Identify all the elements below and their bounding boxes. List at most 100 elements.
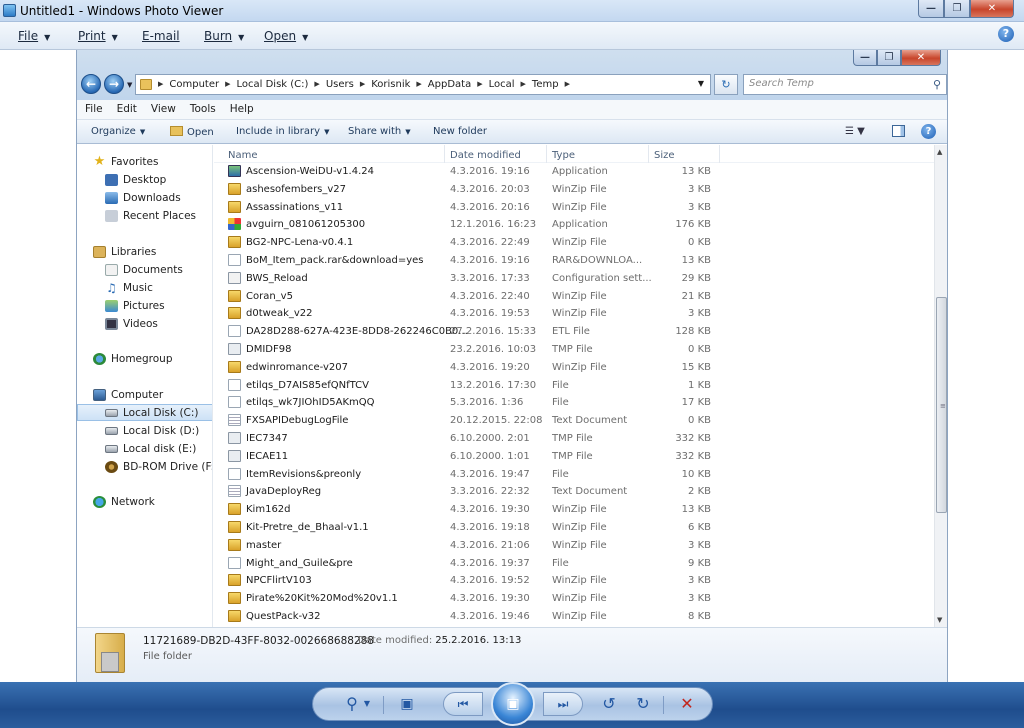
- table-row[interactable]: Kim162d 4.3.2016. 19:30 WinZip File 13 KB: [214, 501, 934, 519]
- nav-network[interactable]: Network: [77, 493, 212, 510]
- zoom-dropdown-chevron-icon[interactable]: ▼: [363, 693, 371, 715]
- nav-computer[interactable]: Computer: [77, 386, 212, 403]
- slideshow-icon[interactable]: ▣: [491, 682, 535, 726]
- table-row[interactable]: BG2-NPC-Lena-v0.4.1 4.3.2016. 22:49 WinZip…: [214, 234, 934, 252]
- nav-local-disk-e[interactable]: Local disk (E:): [77, 440, 212, 457]
- explorer-maximize-button[interactable]: ❐: [877, 50, 901, 66]
- share-with-button[interactable]: Share with ▼: [348, 126, 411, 137]
- next-icon[interactable]: ⏭: [543, 692, 583, 716]
- table-row[interactable]: IECAE11 6.10.2000. 1:01 TMP File 332 KB: [214, 448, 934, 466]
- help-icon[interactable]: ?: [998, 26, 1014, 42]
- nav-videos[interactable]: Videos: [77, 315, 212, 332]
- menu-file[interactable]: File ▼: [18, 29, 50, 43]
- explorer-menu-edit[interactable]: Edit: [117, 103, 137, 116]
- table-row[interactable]: BWS_Reload 3.3.2016. 17:33 Configuration s…: [214, 270, 934, 288]
- table-row[interactable]: master 4.3.2016. 21:06 WinZip File 3 KB: [214, 537, 934, 555]
- change-view-icon[interactable]: ☰ ▼: [845, 126, 865, 137]
- vertical-scrollbar[interactable]: ▲ ≡ ▼: [934, 145, 947, 627]
- table-row[interactable]: Ascension-WeiDU-v1.4.24 4.3.2016. 19:16 Ap…: [214, 163, 934, 181]
- rotate-clockwise-icon[interactable]: ↻: [631, 693, 655, 715]
- menu-print[interactable]: Print ▼: [78, 29, 118, 43]
- search-input[interactable]: Search Temp ⚲: [743, 74, 947, 95]
- explorer-menu-file[interactable]: File: [85, 103, 103, 116]
- breadcrumb-item[interactable]: Computer: [169, 79, 219, 90]
- explorer-minimize-button[interactable]: —: [853, 50, 877, 66]
- table-row[interactable]: DMIDF98 23.2.2016. 10:03 TMP File 0 KB: [214, 341, 934, 359]
- nav-local-disk-d[interactable]: Local Disk (D:): [77, 422, 212, 439]
- breadcrumb-item[interactable]: Temp: [532, 79, 559, 90]
- table-row[interactable]: avguirn_081061205300 12.1.2016. 16:23 Appl…: [214, 216, 934, 234]
- table-row[interactable]: Might_and_Guile&pre 4.3.2016. 19:37 File 9 …: [214, 555, 934, 573]
- nav-local-disk-c[interactable]: Local Disk (C:): [77, 404, 212, 421]
- nav-favorites[interactable]: ★ Favorites: [77, 153, 212, 170]
- nav-downloads[interactable]: Downloads: [77, 189, 212, 206]
- nav-bd-rom-drive[interactable]: BD-ROM Drive (F:) B: [77, 458, 212, 475]
- menu-open[interactable]: Open ▼: [264, 29, 308, 43]
- column-divider[interactable]: [719, 145, 720, 163]
- column-divider[interactable]: [444, 145, 445, 163]
- column-header-type[interactable]: Type: [552, 150, 575, 161]
- nav-documents[interactable]: Documents: [77, 261, 212, 278]
- table-row[interactable]: d0tweak_v22 4.3.2016. 19:53 WinZip File 3 K…: [214, 305, 934, 323]
- table-row[interactable]: IEC7347 6.10.2000. 2:01 TMP File 332 KB: [214, 430, 934, 448]
- column-divider[interactable]: [546, 145, 547, 163]
- explorer-close-button[interactable]: ✕: [901, 50, 941, 66]
- maximize-button[interactable]: ❐: [944, 0, 970, 18]
- explorer-menu-view[interactable]: View: [151, 103, 176, 116]
- zoom-icon[interactable]: ⚲: [339, 693, 365, 715]
- scroll-up-arrow-icon[interactable]: ▲: [937, 148, 942, 156]
- table-row[interactable]: etilqs_D7AIS85efQNfTCV 13.2.2016. 17:30 Fi…: [214, 377, 934, 395]
- organize-button[interactable]: Organize ▼: [91, 126, 145, 137]
- open-button[interactable]: Open: [170, 126, 214, 138]
- nav-libraries[interactable]: Libraries: [77, 243, 212, 260]
- breadcrumb-item[interactable]: Local Disk (C:): [237, 79, 309, 90]
- column-header-size[interactable]: Size: [654, 150, 675, 161]
- table-row[interactable]: Pirate%20Kit%20Mod%20v1.1 4.3.2016. 19:30…: [214, 590, 934, 608]
- address-dropdown-chevron-icon[interactable]: ▼: [698, 79, 704, 88]
- table-row[interactable]: edwinromance-v207 4.3.2016. 19:20 WinZip F…: [214, 359, 934, 377]
- back-arrow-icon[interactable]: ←: [81, 74, 101, 94]
- column-header-date[interactable]: Date modified: [450, 150, 521, 161]
- table-row[interactable]: DA28D288-627A-423E-8DD8-262246C0B0... 27.…: [214, 323, 934, 341]
- menu-burn[interactable]: Burn ▼: [204, 29, 244, 43]
- preview-pane-icon[interactable]: [892, 125, 905, 137]
- search-icon[interactable]: ⚲: [933, 78, 941, 91]
- table-row[interactable]: etilqs_wk7JIOhID5AKmQQ 5.3.2016. 1:36 File…: [214, 394, 934, 412]
- explorer-menu-tools[interactable]: Tools: [190, 103, 216, 116]
- nav-homegroup[interactable]: Homegroup: [77, 350, 212, 367]
- explorer-help-icon[interactable]: ?: [921, 124, 936, 139]
- nav-desktop[interactable]: Desktop: [77, 171, 212, 188]
- forward-arrow-icon[interactable]: →: [104, 74, 124, 94]
- rotate-counterclockwise-icon[interactable]: ↺: [597, 693, 621, 715]
- address-bar[interactable]: ▶ Computer ▶ Local Disk (C:) ▶ Users ▶ K…: [135, 74, 711, 95]
- table-row[interactable]: FXSAPIDebugLogFile 20.12.2015. 22:08 Text …: [214, 412, 934, 430]
- table-row[interactable]: Assassinations_v11 4.3.2016. 20:16 WinZip …: [214, 199, 934, 217]
- nav-recent-places[interactable]: Recent Places: [77, 207, 212, 224]
- previous-icon[interactable]: ⏮: [443, 692, 483, 716]
- column-header-name[interactable]: Name: [228, 150, 258, 161]
- menu-email[interactable]: E-mail: [142, 29, 180, 43]
- delete-icon[interactable]: ✕: [675, 693, 699, 715]
- new-folder-button[interactable]: New folder: [433, 126, 487, 137]
- table-row[interactable]: NPCFlirtV103 4.3.2016. 19:52 WinZip File 3 …: [214, 572, 934, 590]
- scroll-down-arrow-icon[interactable]: ▼: [937, 616, 942, 624]
- recent-pages-chevron-icon[interactable]: ▼: [127, 81, 132, 89]
- table-row[interactable]: ItemRevisions&preonly 4.3.2016. 19:47 File…: [214, 466, 934, 484]
- table-row[interactable]: BoM_Item_pack.rar&download=yes 4.3.2016. …: [214, 252, 934, 270]
- nav-pictures[interactable]: Pictures: [77, 297, 212, 314]
- explorer-menu-help[interactable]: Help: [230, 103, 254, 116]
- table-row[interactable]: ashesofembers_v27 4.3.2016. 20:03 WinZip F…: [214, 181, 934, 199]
- breadcrumb-item[interactable]: AppData: [428, 79, 471, 90]
- scrollbar-thumb[interactable]: ≡: [936, 297, 947, 513]
- table-row[interactable]: QuestPack-v32 4.3.2016. 19:46 WinZip File 8…: [214, 608, 934, 626]
- refresh-icon[interactable]: ↻: [714, 74, 738, 95]
- breadcrumb-item[interactable]: Local: [489, 79, 515, 90]
- breadcrumb-item[interactable]: Korisnik: [371, 79, 410, 90]
- table-row[interactable]: Coran_v5 4.3.2016. 22:40 WinZip File 21 KB: [214, 288, 934, 306]
- include-in-library-button[interactable]: Include in library ▼: [236, 126, 329, 137]
- nav-music[interactable]: ♫ Music: [77, 279, 212, 296]
- close-button[interactable]: ✕: [970, 0, 1014, 18]
- table-row[interactable]: JavaDeployReg 3.3.2016. 22:32 Text Documen…: [214, 483, 934, 501]
- minimize-button[interactable]: —: [918, 0, 944, 18]
- column-divider[interactable]: [648, 145, 649, 163]
